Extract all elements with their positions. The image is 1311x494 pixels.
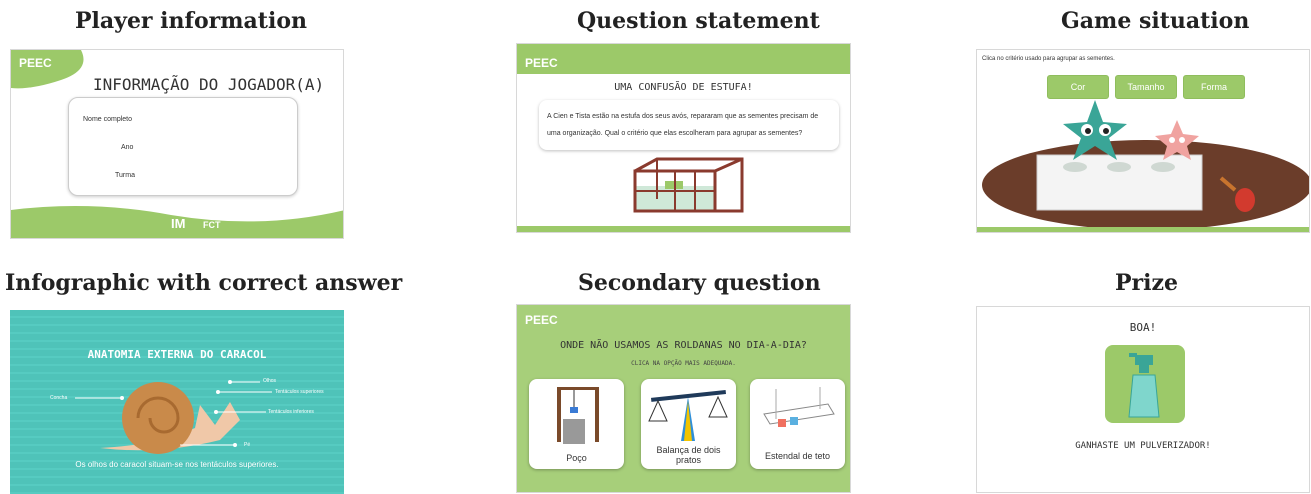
player-information-panel: PEEC INFORMAÇÃO DO JOGADOR(A) Nome compl… [10,49,344,239]
caption-infographic: Infographic with correct answer [5,270,403,296]
prize-panel: BOA! GANHASTE UM PULVERIZADOR! [976,306,1310,493]
field-label-full-name: Nome completo [83,116,133,123]
secondary-question-subtitle: CLICA NA OPÇÃO MAIS ADEQUADA. [631,360,736,367]
caption-player-information: Player information [75,8,307,34]
field-label-class: Turma [115,172,135,179]
question-title: UMA CONFUSÃO DE ESTUFA! [614,82,753,93]
footer-bar [977,227,1309,232]
footer-logo-fct: FCT [203,220,221,230]
option-well-label: Poço [566,453,587,463]
secondary-question-panel: PEEC ONDE NÃO USAMOS AS ROLDANAS NO DIA-… [516,304,851,493]
label-lower-tentacles: Tentáculos inferiores [268,409,314,415]
infographic-panel: ANATOMIA EXTERNA DO CARACOL Olhos Tentác… [10,310,344,494]
question-statement-panel: PEEC UMA CONFUSÃO DE ESTUFA! A Cien e Ti… [516,43,851,233]
footer-logo-im: IM [171,216,186,231]
prize-title: BOA! [1129,321,1157,334]
option-scale-card[interactable]: Balança de dois pratos [641,379,736,469]
balance-scale-icon [648,390,728,441]
peec-logo: PEEC [19,56,52,70]
option-well-card[interactable]: Poço [529,379,624,469]
label-shell: Concha [50,395,68,401]
caption-secondary-question: Secondary question [578,270,821,296]
option-clothesline-card[interactable]: Estendal de teto [750,379,845,469]
question-text: A Cien e Tista estão na estufa dos seus … [547,113,819,137]
player-form-title: INFORMAÇÃO DO JOGADOR(A) [93,75,325,94]
caption-question-statement: Question statement [577,8,820,34]
prize-image-frame [1105,345,1185,423]
footer-bar [517,226,850,232]
well-icon [557,387,599,444]
question-card: A Cien e Tista estão na estufa dos seus … [539,100,839,150]
caption-prize: Prize [1115,270,1178,296]
field-label-year: Ano [121,144,134,151]
option-shape-button[interactable]: Forma [1183,75,1245,99]
infographic-caption: Os olhos do caracol situam-se nos tentác… [75,460,279,469]
caption-game-situation: Game situation [1061,8,1250,34]
game-situation-panel: Clica no critério usado para agrupar as … [976,49,1310,233]
peec-logo: PEEC [525,56,558,70]
peec-logo: PEEC [525,313,558,327]
label-foot: Pé [244,442,251,448]
secondary-question-title: ONDE NÃO USAMOS AS ROLDANAS NO DIA-A-DIA… [560,340,807,351]
option-scale-label: Balança de dois pratos [656,445,721,465]
ceiling-clothesline-icon [763,387,835,427]
label-eyes: Olhos [263,378,277,384]
prize-text: GANHASTE UM PULVERIZADOR! [1075,441,1211,451]
header-bar [517,44,850,74]
spray-bottle-icon [1128,353,1160,418]
label-upper-tentacles: Tentáculos superiores [275,389,324,395]
option-clothesline-label: Estendal de teto [764,451,831,461]
player-form-card: Nome completo Ano Turma [68,97,298,196]
option-color-button[interactable]: Cor [1047,75,1109,99]
option-size-button[interactable]: Tamanho [1115,75,1177,99]
greenhouse-illustration [633,157,744,213]
